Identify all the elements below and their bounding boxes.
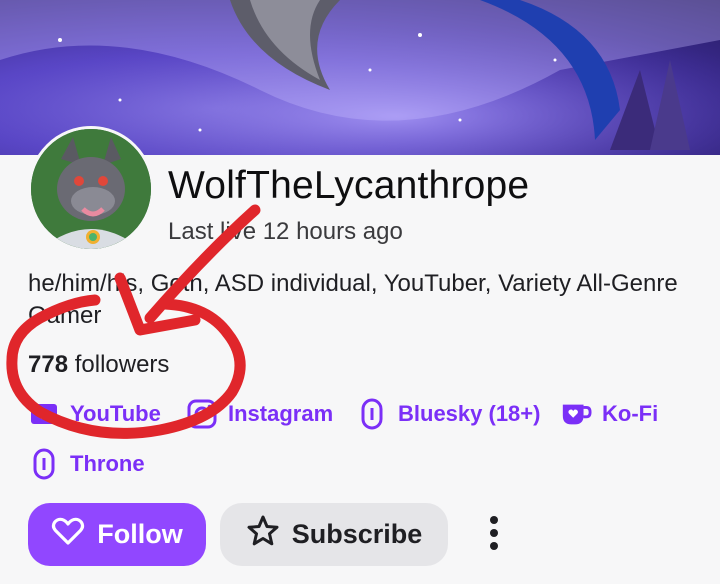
channel-bio: he/him/his, Goth, ASD individual, YouTub… [28, 270, 678, 329]
followers-count: 778 followers [28, 350, 169, 380]
follow-label: Follow [97, 519, 183, 549]
more-options-button[interactable] [472, 510, 516, 560]
more-vertical-icon [489, 515, 499, 556]
social-link-bluesky[interactable]: Bluesky (18+) [356, 398, 540, 430]
youtube-icon [28, 398, 60, 430]
star-icon [246, 514, 280, 555]
instagram-icon [186, 398, 218, 430]
avatar[interactable] [28, 126, 154, 252]
social-link-throne[interactable]: Throne [28, 448, 145, 480]
social-link-label: YouTube [70, 401, 161, 426]
subscribe-button[interactable]: Subscribe [220, 503, 448, 566]
kofi-icon [560, 398, 592, 430]
heart-icon [51, 516, 85, 553]
subscribe-label: Subscribe [291, 519, 423, 549]
channel-name: WolfTheLycanthrope [168, 164, 530, 207]
social-link-instagram[interactable]: Instagram [186, 398, 333, 430]
last-live-status: Last live 12 hours ago [168, 218, 403, 245]
social-link-kofi[interactable]: Ko-Fi [560, 398, 658, 430]
social-link-label: Bluesky (18+) [398, 401, 541, 426]
social-link-youtube[interactable]: YouTube [28, 398, 161, 430]
followers-number: 778 [28, 351, 69, 378]
followers-label: followers [74, 351, 170, 378]
link-icon [356, 398, 388, 430]
link-icon [28, 448, 60, 480]
social-link-label: Throne [70, 451, 145, 476]
follow-button[interactable]: Follow [28, 503, 206, 566]
social-link-label: Instagram [228, 401, 334, 426]
social-link-label: Ko-Fi [602, 401, 659, 426]
